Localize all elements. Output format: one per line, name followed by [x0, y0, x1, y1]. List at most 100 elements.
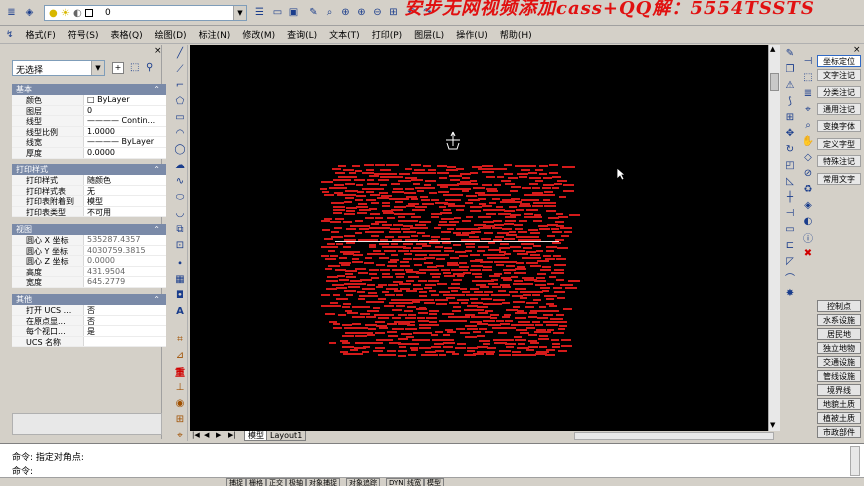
- property-row[interactable]: 打印样式表无: [12, 185, 166, 197]
- trim-icon[interactable]: ┼: [784, 191, 796, 203]
- section-header-misc[interactable]: 其他 ⌃: [12, 294, 166, 305]
- info-icon[interactable]: ⓘ: [802, 231, 814, 245]
- purge-icon[interactable]: ♻: [802, 183, 814, 195]
- rectangle-icon[interactable]: ▭: [174, 111, 186, 123]
- move-icon[interactable]: ✥: [784, 127, 796, 139]
- array-icon[interactable]: ⊞: [784, 111, 796, 123]
- property-row[interactable]: 打印表类型 不可用: [12, 206, 166, 218]
- layer-previous-icon[interactable]: ☰: [252, 5, 267, 20]
- line-icon[interactable]: ╱: [174, 47, 186, 59]
- polar-toggle[interactable]: 极轴: [286, 478, 306, 486]
- property-row[interactable]: 线宽 ———— ByLayer: [12, 137, 166, 148]
- menu-print[interactable]: 打印(P): [366, 28, 408, 41]
- scale-icon[interactable]: ◰: [784, 159, 796, 171]
- menu-draw[interactable]: 绘图(D): [149, 28, 193, 41]
- construction-line-icon[interactable]: ⟋: [174, 63, 186, 75]
- tab-model[interactable]: 模型: [244, 431, 268, 441]
- stretch-icon[interactable]: ◺: [784, 175, 796, 187]
- property-row[interactable]: 宽度 645.2779: [12, 277, 166, 288]
- menu-inquiry[interactable]: 查询(L): [281, 28, 323, 41]
- grid-icon[interactable]: ⊞: [174, 413, 186, 425]
- menu-item-pipeline[interactable]: 管线设施: [817, 370, 861, 382]
- pan-icon[interactable]: ✋: [802, 135, 814, 147]
- ellipse-arc-icon[interactable]: ◡: [174, 207, 186, 219]
- break-icon[interactable]: ▭: [784, 223, 796, 235]
- menu-text[interactable]: 文本(T): [323, 28, 366, 41]
- distance-icon[interactable]: ⊣: [802, 55, 814, 67]
- lineweight-toggle[interactable]: 线宽: [404, 478, 424, 486]
- menu-item-special-note[interactable]: 特殊注记: [817, 155, 861, 167]
- zoom-in-icon[interactable]: ⊕: [354, 5, 369, 20]
- menu-help[interactable]: 帮助(H): [494, 28, 538, 41]
- layer-state-icon[interactable]: ◈: [22, 5, 37, 20]
- menu-item-traffic[interactable]: 交通设施: [817, 356, 861, 368]
- property-row[interactable]: 圆心 Y 坐标 4030759.3815: [12, 245, 166, 257]
- zoom-icon[interactable]: ⌕: [802, 119, 814, 131]
- drawing-canvas[interactable]: [190, 45, 768, 431]
- property-row[interactable]: 线型 ———— Contin...: [12, 116, 166, 127]
- menu-item-landform[interactable]: 地貌土质: [817, 398, 861, 410]
- menu-item-general-note[interactable]: 通用注记: [817, 103, 861, 115]
- make-block-icon[interactable]: ⊡: [174, 239, 186, 251]
- menu-dimension[interactable]: 标注(N): [193, 28, 237, 41]
- list-icon[interactable]: ≣: [802, 87, 814, 99]
- fillet-icon[interactable]: ⌒: [784, 271, 796, 285]
- save-icon[interactable]: ▣: [286, 5, 301, 20]
- extend-icon[interactable]: ⊣: [784, 207, 796, 219]
- horizontal-scrollbar[interactable]: [574, 432, 774, 440]
- tab-last-icon[interactable]: ▶|: [228, 431, 236, 439]
- chevron-down-icon[interactable]: ▼: [91, 61, 104, 75]
- camera-icon[interactable]: ◉: [174, 397, 186, 409]
- property-row[interactable]: 圆心 X 坐标 535287.4357: [12, 235, 166, 246]
- layer-icon[interactable]: ◇: [802, 151, 814, 163]
- menu-modify[interactable]: 修改(M): [236, 28, 281, 41]
- chevron-down-icon[interactable]: ▼: [233, 6, 246, 20]
- new-file-icon[interactable]: ▭: [270, 5, 285, 20]
- property-row[interactable]: 线型比例 1.0000: [12, 126, 166, 138]
- selection-dropdown[interactable]: 无选择 ▼: [12, 60, 105, 76]
- quick-select-icon[interactable]: ⚲: [146, 62, 153, 73]
- menu-item-change-font[interactable]: 变换字体: [817, 120, 861, 132]
- property-row[interactable]: 打印表附着到 模型: [12, 196, 166, 207]
- property-row[interactable]: 颜色 □ ByLayer: [12, 95, 166, 106]
- ruler-icon[interactable]: ⊥: [174, 381, 186, 393]
- menu-item-common-text[interactable]: 常用文字: [817, 173, 861, 185]
- menu-item-control-point[interactable]: 控制点: [817, 300, 861, 312]
- menu-item-category-note[interactable]: 分类注记: [817, 86, 861, 98]
- menu-table[interactable]: 表格(Q): [105, 28, 149, 41]
- snap-toggle[interactable]: 捕捉: [226, 478, 246, 486]
- property-row[interactable]: 打印样式 随颜色: [12, 175, 166, 186]
- menu-item-coord-locate[interactable]: 坐标定位: [817, 55, 861, 67]
- zoom-out-icon[interactable]: ⊖: [370, 5, 385, 20]
- toggle-pickadd-icon[interactable]: +: [112, 62, 124, 74]
- spline-icon[interactable]: ∿: [174, 175, 186, 187]
- mirror-icon[interactable]: ⚠: [784, 79, 796, 91]
- menu-item-water-system[interactable]: 水系设施: [817, 314, 861, 326]
- property-row[interactable]: 图层 0: [12, 105, 166, 117]
- pencil-icon[interactable]: ✎: [306, 5, 321, 20]
- cancel-icon[interactable]: ✖: [802, 247, 814, 259]
- revision-cloud-icon[interactable]: ☁: [174, 159, 186, 171]
- tab-prev-icon[interactable]: ◀: [204, 431, 209, 439]
- layer-dropdown[interactable]: ● ☀ ◐ 0 ▼: [44, 5, 247, 21]
- command-input-line[interactable]: 命令:: [12, 464, 33, 477]
- menu-item-text-note[interactable]: 文字注记: [817, 69, 861, 81]
- property-row[interactable]: 高度 431.9504: [12, 266, 166, 278]
- section-header-basic[interactable]: 基本 ⌃: [12, 84, 166, 95]
- symbol-icon[interactable]: ◐: [802, 215, 814, 227]
- join-icon[interactable]: ⊏: [784, 239, 796, 251]
- survey-icon[interactable]: ⌖: [174, 429, 186, 441]
- point-style-icon[interactable]: ◈: [802, 199, 814, 211]
- property-row[interactable]: 每个视口... 是: [12, 326, 166, 337]
- arc-icon[interactable]: ◠: [174, 127, 186, 139]
- menu-item-vegetation[interactable]: 植被土质: [817, 412, 861, 424]
- menu-format[interactable]: 格式(F): [20, 28, 62, 41]
- select-objects-icon[interactable]: ⬚: [130, 62, 139, 73]
- scroll-thumb[interactable]: [770, 73, 779, 91]
- zoom-realtime-icon[interactable]: ⊕: [338, 5, 353, 20]
- ellipse-icon[interactable]: ⬭: [174, 191, 186, 203]
- rotate-icon[interactable]: ↻: [784, 143, 796, 155]
- tab-next-icon[interactable]: ▶: [216, 431, 221, 439]
- tag-icon[interactable]: ⌗: [174, 333, 186, 345]
- explode-icon[interactable]: ✸: [784, 287, 796, 299]
